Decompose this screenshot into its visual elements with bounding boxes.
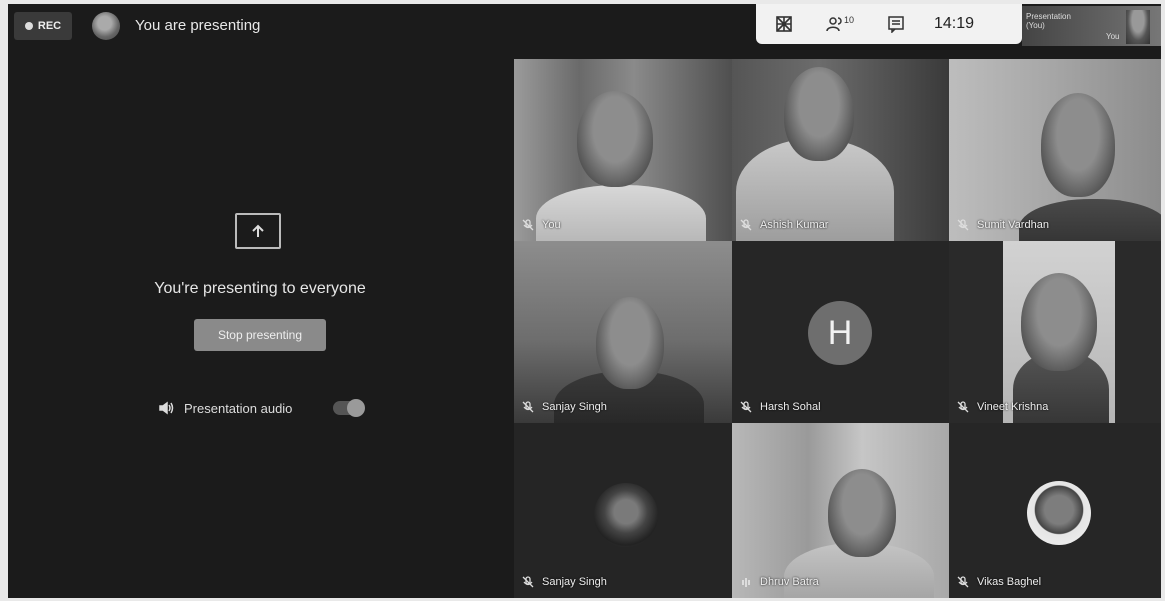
participant-initial-avatar: H [808,301,872,365]
chat-icon[interactable] [868,15,924,33]
participant-name-tag: Vikas Baghel [957,576,1041,588]
participant-video [1003,241,1115,423]
participant-video [536,185,706,241]
participant-name: Sanjay Singh [542,401,607,413]
self-view-pip[interactable]: Presentation (You) You [1022,6,1161,46]
speaker-icon [159,401,174,415]
clock: 14:19 [934,15,975,32]
pip-video [1126,10,1150,44]
presenter-avatar [92,12,120,40]
mic-muted-icon [957,219,969,231]
mic-muted-icon [740,219,752,231]
participant-name-tag: Sumit Vardhan [957,219,1049,231]
participant-photo-avatar [594,483,658,547]
people-icon [826,17,842,32]
participant-tile[interactable]: Vikas Baghel [949,423,1161,598]
toggle-knob [347,399,365,417]
audio-active-icon [740,576,752,588]
recording-badge: REC [14,12,72,40]
participant-name: You [542,219,561,231]
participant-name: Harsh Sohal [760,401,821,413]
rec-label: REC [37,20,62,32]
participant-tile[interactable]: Sanjay Singh [514,423,732,598]
pip-you-label: You [1106,32,1120,41]
participant-tile[interactable]: You [514,59,732,241]
participant-name: Sanjay Singh [542,576,607,588]
stop-presenting-button[interactable]: Stop presenting [194,319,326,351]
presenting-heading: You're presenting to everyone [154,280,366,297]
top-controls-bar: 10 14:19 [756,4,1022,44]
participant-name: Sumit Vardhan [977,219,1049,231]
layout-icon[interactable] [756,15,812,33]
pip-label: Presentation (You) [1026,12,1071,30]
participants-button[interactable]: 10 [812,15,868,33]
participant-name-tag: Harsh Sohal [740,401,821,413]
participant-tile[interactable]: Ashish Kumar [732,59,949,241]
mic-muted-icon [957,576,969,588]
mic-muted-icon [522,401,534,413]
participant-name: Dhruv Batra [760,576,819,588]
meeting-window: REC You are presenting 10 14:19 Presenta… [8,4,1161,598]
mic-muted-icon [957,401,969,413]
mic-muted-icon [522,576,534,588]
participant-name: Ashish Kumar [760,219,829,231]
participant-tile[interactable]: H Harsh Sohal [732,241,949,423]
participant-tile[interactable]: Sumit Vardhan [949,59,1161,241]
mic-muted-icon [522,219,534,231]
participant-name-tag: Sanjay Singh [522,401,607,413]
presentation-audio-row: Presentation audio [158,400,292,416]
participant-tile[interactable]: Sanjay Singh [514,241,732,423]
presenting-title: You are presenting [135,17,261,34]
mic-muted-icon [740,401,752,413]
participant-name-tag: You [522,219,561,231]
participant-name: Vikas Baghel [977,576,1042,588]
participant-name-tag: Dhruv Batra [740,576,819,588]
participant-name-tag: Ashish Kumar [740,219,828,231]
participant-tile[interactable]: Dhruv Batra [732,423,949,598]
participant-tile[interactable]: Vineet Krishna [949,241,1161,423]
present-screen-icon [235,213,281,249]
participant-name-tag: Vineet Krishna [957,401,1048,413]
participant-name-tag: Sanjay Singh [522,576,607,588]
participant-name: Vineet Krishna [977,401,1049,413]
participant-photo-avatar [1027,481,1091,545]
participant-count: 10 [843,15,854,25]
record-dot-icon [24,22,33,30]
presentation-audio-toggle[interactable] [333,399,365,417]
presentation-audio-label: Presentation audio [184,400,293,416]
